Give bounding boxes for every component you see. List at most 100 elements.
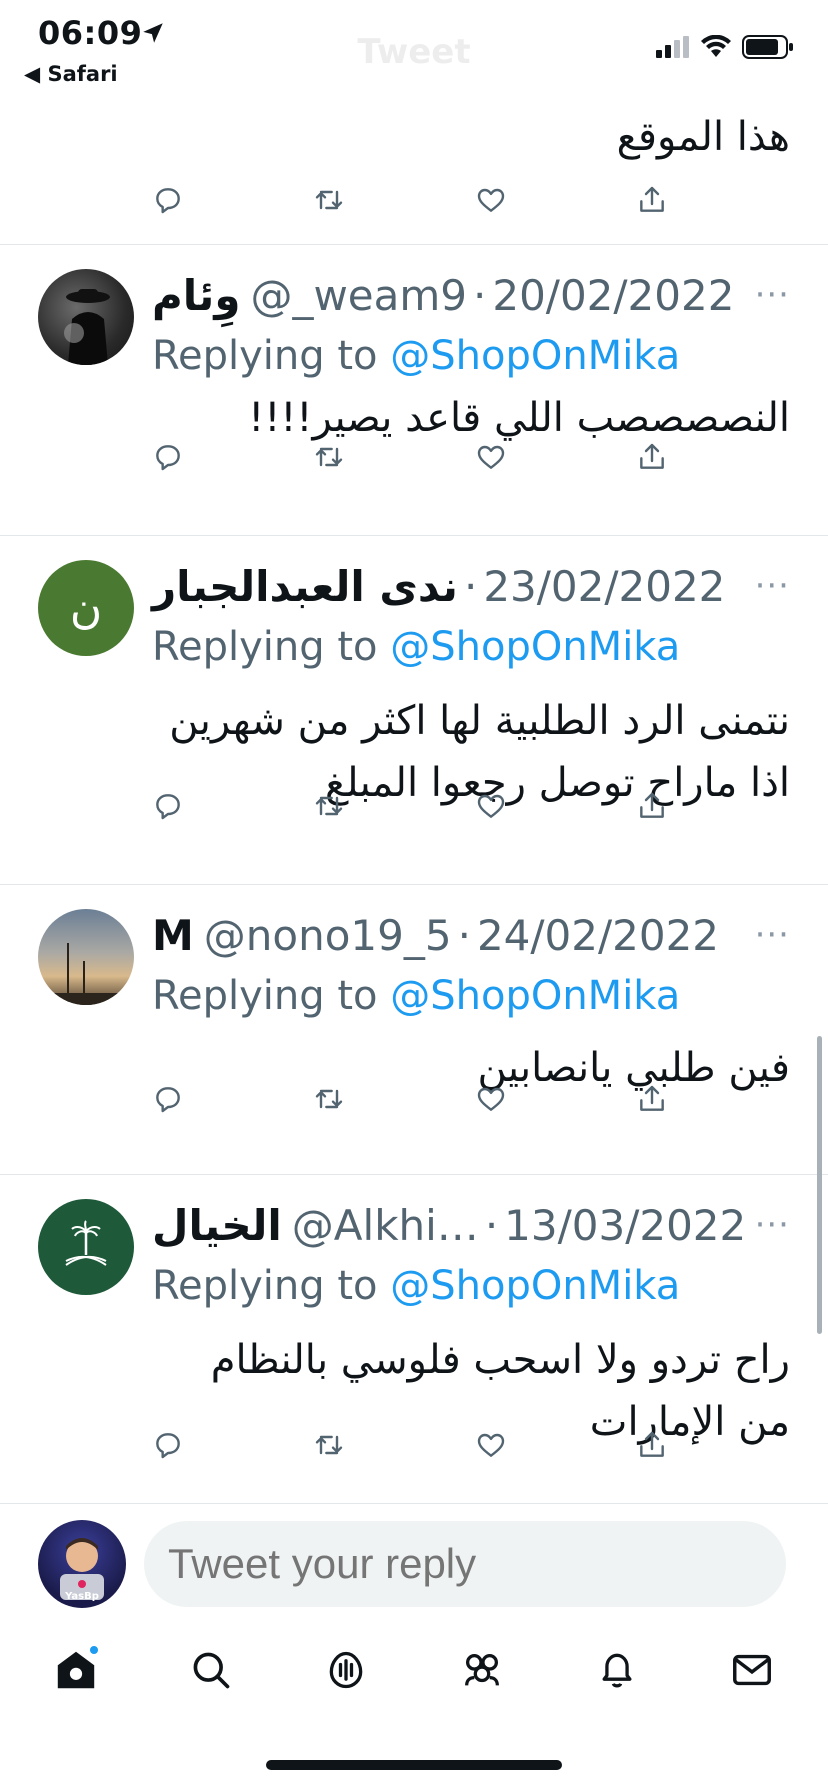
search-icon bbox=[193, 1652, 230, 1689]
tab-communities[interactable] bbox=[454, 1642, 510, 1698]
tweet-body: ندى العبدالجبار · 23/02/2022 ··· Replyin… bbox=[152, 556, 790, 814]
mention-link[interactable]: @ShopOnMika bbox=[390, 973, 680, 1019]
tweet-header: الخيال @Alkhi… · 13/03/2022 bbox=[152, 1195, 790, 1255]
tweet-card[interactable]: M @nono19_5 · 24/02/2022 ··· Replying to… bbox=[0, 885, 828, 1175]
retweet-icon bbox=[316, 447, 343, 467]
photo-silhouette-icon bbox=[64, 289, 110, 365]
back-triangle-icon: ◀ bbox=[24, 62, 48, 86]
tweet-card[interactable]: وِئام @_weam9 · 20/02/2022 ··· Replying … bbox=[0, 245, 828, 536]
more-options-icon[interactable]: ··· bbox=[755, 275, 790, 315]
share-action[interactable] bbox=[634, 1081, 670, 1117]
mail-icon bbox=[733, 1654, 772, 1686]
reply-input[interactable] bbox=[144, 1521, 786, 1607]
tweet-actions bbox=[150, 439, 670, 475]
status-time: 06:09 bbox=[38, 14, 143, 52]
tweet-text: هذا الموقع bbox=[616, 114, 790, 160]
tweet-card[interactable]: ن ندى العبدالجبار · 23/02/2022 ··· Reply… bbox=[0, 536, 828, 885]
retweet-action[interactable] bbox=[311, 1427, 347, 1463]
reply-action[interactable] bbox=[150, 182, 186, 218]
user-handle[interactable]: @_weam9 bbox=[250, 271, 467, 320]
tweet-actions bbox=[150, 788, 670, 824]
avatar-letter: ن bbox=[69, 582, 103, 634]
user-handle[interactable]: @Alkhi… bbox=[292, 1201, 479, 1250]
avatar[interactable] bbox=[38, 269, 134, 365]
share-icon bbox=[640, 186, 664, 212]
share-action[interactable] bbox=[634, 1427, 670, 1463]
mention-link[interactable]: @ShopOnMika bbox=[390, 1263, 680, 1309]
mention-link[interactable]: @ShopOnMika bbox=[390, 624, 680, 670]
like-action[interactable] bbox=[473, 1081, 509, 1117]
reply-action[interactable] bbox=[150, 1427, 186, 1463]
notification-dot bbox=[87, 1644, 100, 1656]
display-name[interactable]: وِئام bbox=[152, 271, 240, 320]
tab-home[interactable] bbox=[48, 1642, 104, 1698]
reply-icon bbox=[156, 188, 180, 214]
reply-action[interactable] bbox=[150, 788, 186, 824]
reply-feed: هذا الموقع وِئام @_weam9 · 20/02/2022 ··… bbox=[0, 0, 828, 1505]
retweet-icon bbox=[316, 1089, 343, 1109]
tweet-header: M @nono19_5 · 24/02/2022 bbox=[152, 905, 790, 965]
tweet-date[interactable]: 13/03/2022 bbox=[504, 1201, 746, 1250]
bell-icon bbox=[602, 1653, 632, 1688]
heart-icon bbox=[477, 1433, 504, 1457]
tweet-date[interactable]: 20/02/2022 bbox=[492, 271, 734, 320]
status-indicators bbox=[656, 34, 794, 60]
tweet-actions bbox=[150, 1427, 670, 1463]
tab-spaces[interactable] bbox=[318, 1642, 374, 1698]
tweet-header: ندى العبدالجبار · 23/02/2022 bbox=[152, 556, 790, 616]
display-name[interactable]: الخيال bbox=[152, 1201, 282, 1250]
reply-icon bbox=[156, 445, 180, 471]
tab-notifications[interactable] bbox=[589, 1642, 645, 1698]
replying-to: Replying to @ShopOnMika bbox=[152, 1263, 681, 1309]
tweet-card[interactable]: الخيال @Alkhi… · 13/03/2022 ··· Replying… bbox=[0, 1175, 828, 1505]
scrollbar[interactable] bbox=[817, 1036, 822, 1334]
cellular-signal-icon bbox=[656, 36, 689, 58]
like-action[interactable] bbox=[473, 182, 509, 218]
tweet-body: وِئام @_weam9 · 20/02/2022 ··· Replying … bbox=[152, 265, 790, 449]
memoji-avatar-icon: YasBp bbox=[60, 1538, 104, 1602]
my-avatar[interactable]: YasBp bbox=[38, 1520, 126, 1608]
status-bar: Tweet 06:09 ◀ Safari bbox=[0, 0, 828, 96]
avatar[interactable] bbox=[38, 1199, 134, 1295]
tab-search[interactable] bbox=[183, 1642, 239, 1698]
tab-messages[interactable] bbox=[724, 1642, 780, 1698]
tweet-header: وِئام @_weam9 · 20/02/2022 bbox=[152, 265, 790, 325]
more-options-icon[interactable]: ··· bbox=[755, 566, 790, 606]
battery-icon bbox=[742, 35, 793, 59]
more-options-icon[interactable]: ··· bbox=[755, 1205, 790, 1245]
retweet-action[interactable] bbox=[311, 788, 347, 824]
tweet-date[interactable]: 23/02/2022 bbox=[483, 562, 725, 611]
retweet-action[interactable] bbox=[311, 182, 347, 218]
avatar[interactable]: ن bbox=[38, 560, 134, 656]
avatar-tag: YasBp bbox=[64, 1591, 99, 1602]
like-action[interactable] bbox=[473, 1427, 509, 1463]
separator-dot: · bbox=[457, 910, 471, 960]
bottom-tab-bar bbox=[0, 1620, 828, 1720]
mention-link[interactable]: @ShopOnMika bbox=[390, 333, 680, 379]
share-action[interactable] bbox=[634, 439, 670, 475]
share-icon bbox=[640, 1085, 664, 1111]
user-handle[interactable]: @nono19_5 bbox=[204, 911, 452, 960]
tweet-body: الخيال @Alkhi… · 13/03/2022 ··· Replying… bbox=[152, 1195, 790, 1453]
share-action[interactable] bbox=[634, 182, 670, 218]
like-action[interactable] bbox=[473, 439, 509, 475]
heart-icon bbox=[477, 445, 504, 469]
home-indicator bbox=[266, 1760, 562, 1770]
more-options-icon[interactable]: ··· bbox=[755, 915, 790, 955]
tweet-body: M @nono19_5 · 24/02/2022 ··· Replying to… bbox=[152, 905, 790, 1099]
reply-icon bbox=[156, 1087, 180, 1113]
like-action[interactable] bbox=[473, 788, 509, 824]
retweet-action[interactable] bbox=[311, 1081, 347, 1117]
retweet-action[interactable] bbox=[311, 439, 347, 475]
reply-action[interactable] bbox=[150, 1081, 186, 1117]
replying-to: Replying to @ShopOnMika bbox=[152, 624, 681, 670]
tweet-date[interactable]: 24/02/2022 bbox=[477, 911, 719, 960]
display-name[interactable]: ندى العبدالجبار bbox=[152, 562, 458, 611]
share-action[interactable] bbox=[634, 788, 670, 824]
avatar[interactable] bbox=[38, 909, 134, 1005]
separator-dot: · bbox=[463, 561, 478, 611]
location-arrow-icon bbox=[143, 23, 163, 43]
display-name[interactable]: M bbox=[152, 911, 194, 960]
back-to-app-link[interactable]: ◀ Safari bbox=[24, 62, 118, 86]
reply-action[interactable] bbox=[150, 439, 186, 475]
